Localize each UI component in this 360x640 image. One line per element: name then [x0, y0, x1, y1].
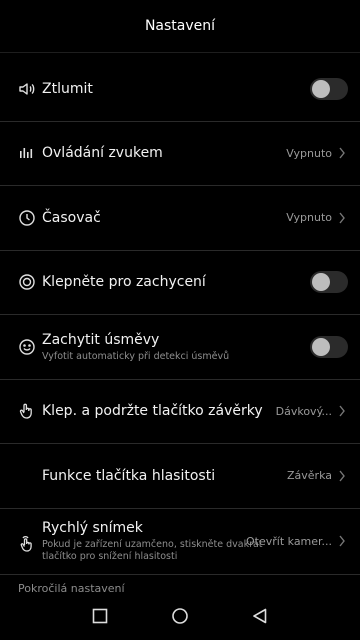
setting-title: Funkce tlačítka hlasitosti [42, 467, 216, 484]
setting-row-timer[interactable]: Časovač Vypnuto [0, 186, 360, 251]
setting-value: Dávkový... [275, 404, 332, 418]
settings-list: Ztlumit Ovládání zvukem Vypnuto Časovač … [0, 57, 360, 575]
smile-capture-toggle[interactable] [310, 335, 348, 358]
toggle-knob [312, 273, 330, 292]
chevron-right-icon [338, 147, 346, 159]
settings-screen: Nastavení Ztlumit Ovládání zvukem Vypnut… [0, 0, 360, 640]
toggle-knob [312, 79, 330, 98]
home-circle-icon[interactable] [168, 604, 192, 628]
setting-title: Klep. a podržte tlačítko závěrky [42, 403, 263, 420]
setting-value: Vypnuto [286, 146, 332, 160]
tap-capture-toggle[interactable] [310, 271, 348, 294]
toggle-knob [312, 337, 330, 356]
setting-title: Ovládání zvukem [42, 145, 163, 162]
setting-subtitle: Vyfotit automaticky při detekci úsměvů [42, 350, 230, 362]
setting-row-tap-capture[interactable]: Klepněte pro zachycení [0, 251, 360, 315]
setting-row-mute[interactable]: Ztlumit [0, 57, 360, 122]
recents-square-icon[interactable] [88, 604, 112, 628]
setting-value: Otevřít kamer... [246, 534, 332, 548]
double-tap-icon [16, 533, 38, 555]
setting-title: Klepněte pro zachycení [42, 274, 206, 291]
system-nav-bar [0, 592, 360, 640]
chevron-right-icon [338, 405, 346, 417]
mute-toggle[interactable] [310, 77, 348, 100]
sound-bars-icon [16, 142, 38, 164]
setting-row-quick-snap[interactable]: Rychlý snímek Pokud je zařízení uzamčeno… [0, 509, 360, 575]
setting-row-shutter-hold[interactable]: Klep. a podržte tlačítko závěrky Dávkový… [0, 380, 360, 444]
header-divider [0, 52, 360, 53]
setting-row-sound-control[interactable]: Ovládání zvukem Vypnuto [0, 122, 360, 186]
chevron-right-icon [338, 535, 346, 547]
speaker-icon [16, 78, 38, 100]
top-bar: Nastavení [0, 0, 360, 52]
clock-icon [16, 207, 38, 229]
setting-title: Ztlumit [42, 80, 93, 97]
setting-value: Závěrka [287, 469, 332, 483]
smile-icon [16, 336, 38, 358]
setting-row-volume-button[interactable]: Funkce tlačítka hlasitosti Závěrka [0, 444, 360, 509]
setting-value: Vypnuto [286, 211, 332, 225]
setting-title: Časovač [42, 209, 101, 226]
hand-press-icon [16, 400, 38, 422]
target-circle-icon [16, 271, 38, 293]
back-triangle-icon[interactable] [248, 604, 272, 628]
chevron-right-icon [338, 470, 346, 482]
setting-row-smile-capture[interactable]: Zachytit úsměvy Vyfotit automaticky při … [0, 315, 360, 380]
page-title: Nastavení [144, 18, 216, 34]
chevron-right-icon [338, 212, 346, 224]
setting-title: Zachytit úsměvy [42, 331, 160, 348]
